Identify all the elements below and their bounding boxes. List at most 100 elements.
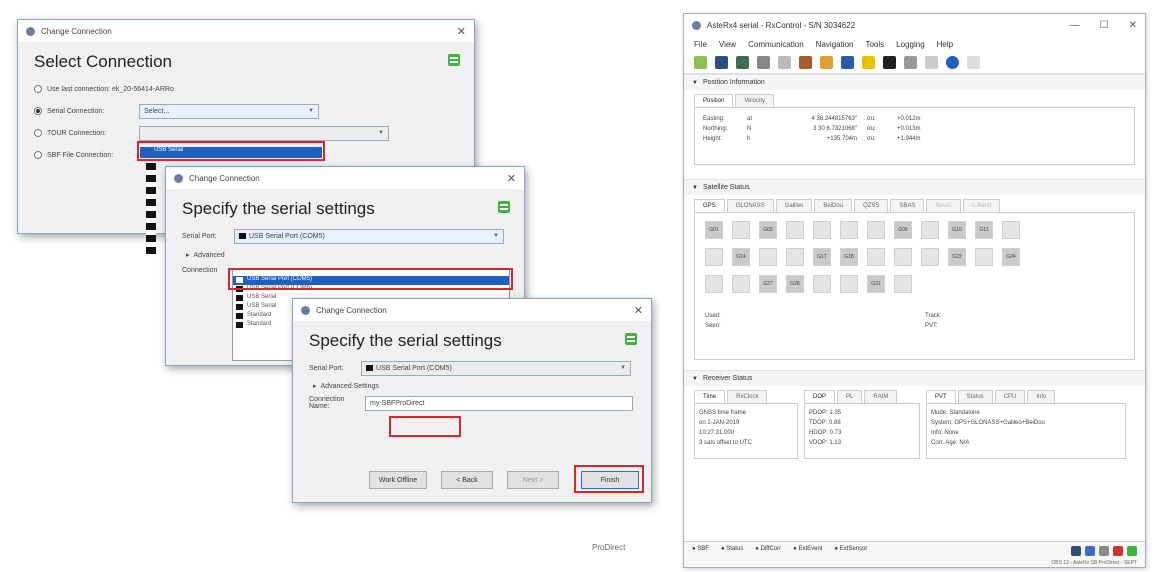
satellite-cell[interactable]: G11 [975, 221, 993, 239]
tab-navic[interactable]: NavIC [926, 199, 962, 212]
advanced-row[interactable]: ▸ Advanced [166, 247, 524, 263]
satellite-cell[interactable]: G01 [705, 221, 723, 239]
tab-beidou[interactable]: BeiDou [814, 199, 853, 212]
collapse-icon[interactable]: ▼ [692, 185, 698, 191]
doc-icon[interactable] [925, 56, 938, 69]
tcpip-connection-select[interactable]: ▼ [139, 125, 389, 141]
satellite-cell[interactable] [705, 248, 723, 266]
tab-sbas[interactable]: SBAS [890, 199, 925, 212]
tab-pl[interactable]: PL [837, 390, 863, 403]
tab-qzss[interactable]: QZSS [854, 199, 889, 212]
save-icon[interactable] [1071, 546, 1081, 556]
satellite-cell[interactable] [732, 275, 750, 293]
satellite-cell[interactable] [894, 275, 912, 293]
tab-pvt[interactable]: PVT [926, 390, 956, 403]
radio-last-connection[interactable] [34, 85, 42, 93]
serial-connection-select[interactable]: Select... ▼ [139, 103, 319, 119]
radio-tcpip-connection[interactable] [34, 129, 42, 137]
menu-communication[interactable]: Communication [748, 40, 804, 49]
close-icon[interactable]: ✕ [1129, 20, 1137, 31]
satellite-cell[interactable] [921, 221, 939, 239]
collapse-icon[interactable]: ▼ [692, 376, 698, 382]
next-button[interactable]: Next > [507, 471, 559, 489]
satellite-cell[interactable] [786, 248, 804, 266]
status-sbf[interactable]: ● SBF [692, 546, 709, 556]
close-icon[interactable]: ✕ [457, 25, 466, 38]
minimize-icon[interactable]: — [1070, 20, 1080, 31]
menu-view[interactable]: View [719, 40, 736, 49]
satellite-cell[interactable] [786, 221, 804, 239]
menu-tools[interactable]: Tools [865, 40, 884, 49]
satellite-cell[interactable] [759, 248, 777, 266]
chart-icon[interactable] [736, 56, 749, 69]
tab-galileo[interactable]: Galileo [775, 199, 813, 212]
satellite-cell[interactable]: G28 [786, 275, 804, 293]
alert-icon[interactable] [1113, 546, 1123, 556]
satellite-cell[interactable]: G27 [759, 275, 777, 293]
menu-logging[interactable]: Logging [896, 40, 924, 49]
grid-icon[interactable] [715, 56, 728, 69]
satellite-cell[interactable]: G10 [948, 221, 966, 239]
chevron-down-icon[interactable]: ▼ [493, 233, 499, 239]
radio-serial-connection[interactable] [34, 107, 42, 115]
satellite-section-header[interactable]: ▼ Satellite Status [684, 179, 1145, 195]
close-icon[interactable]: ✕ [634, 304, 643, 317]
tab-info[interactable]: Info [1027, 390, 1056, 403]
chevron-down-icon[interactable]: ▼ [620, 365, 626, 371]
position-section-header[interactable]: ▼ Position Information [684, 74, 1145, 90]
tab-raim[interactable]: RAIM [864, 390, 898, 403]
tab-velocity[interactable]: Velocity [735, 94, 775, 107]
wrench-icon[interactable] [904, 56, 917, 69]
satellite-cell[interactable] [813, 221, 831, 239]
connection-name-input[interactable]: my-SBFProDirect [365, 395, 633, 411]
satellite-cell[interactable]: G17 [813, 248, 831, 266]
status-extsensor[interactable]: ● ExtSensor [834, 546, 867, 556]
tab-time[interactable]: Time [694, 390, 726, 403]
tab-status[interactable]: Status [957, 390, 993, 403]
globe-icon[interactable] [841, 56, 854, 69]
chevron-down-icon[interactable]: ▼ [378, 130, 384, 136]
user-icon[interactable] [1085, 546, 1095, 556]
menu-file[interactable]: File [694, 40, 707, 49]
satellite-cell[interactable] [840, 221, 858, 239]
save-icon[interactable] [883, 56, 896, 69]
option-serial-connection[interactable]: Serial Connection: Select... ▼ [18, 100, 474, 122]
satellite-cell[interactable] [840, 275, 858, 293]
satellite-cell[interactable] [921, 248, 939, 266]
pie-icon[interactable] [799, 56, 812, 69]
expand-icon[interactable]: ▸ [313, 382, 317, 390]
tab-lband[interactable]: L-Band [963, 199, 1001, 212]
satellite-cell[interactable]: G24 [1002, 248, 1020, 266]
menu-help[interactable]: Help [937, 40, 953, 49]
satellite-cell[interactable]: G31 [867, 275, 885, 293]
flash-icon[interactable] [862, 56, 875, 69]
status-diffcorr[interactable]: ● DiffCorr [755, 546, 781, 556]
satellite-cell[interactable]: G18 [840, 248, 858, 266]
satellite-cell[interactable]: G14 [732, 248, 750, 266]
close-icon[interactable]: ✕ [507, 172, 516, 185]
satellite-cell[interactable] [705, 275, 723, 293]
tab-glonass[interactable]: GLONASS [726, 199, 774, 212]
work-offline-button[interactable]: Work Offline [369, 471, 427, 489]
satellite-cell[interactable] [732, 221, 750, 239]
network-icon[interactable] [1099, 546, 1109, 556]
menu-navigation[interactable]: Navigation [816, 40, 854, 49]
status-status[interactable]: ● Status [721, 546, 743, 556]
satellite-cell[interactable]: G08 [894, 221, 912, 239]
collapse-icon[interactable]: ▼ [692, 80, 698, 86]
maximize-icon[interactable]: ☐ [1100, 20, 1109, 31]
option-last-connection[interactable]: Use last connection: ek_20-56414-ARRo [18, 78, 474, 100]
tool-icon[interactable] [820, 56, 833, 69]
window-icon[interactable] [778, 56, 791, 69]
target-icon[interactable] [757, 56, 770, 69]
tab-position[interactable]: Position [694, 94, 734, 107]
serial-port-select[interactable]: USB Serial Port (COM5) ▼ [361, 360, 631, 376]
satellite-cell[interactable] [813, 275, 831, 293]
expand-icon[interactable]: ▸ [186, 251, 190, 259]
satellite-cell[interactable] [867, 221, 885, 239]
satellite-cell[interactable] [894, 248, 912, 266]
tab-cpu[interactable]: CPU [994, 390, 1026, 403]
tab-gps[interactable]: GPS [694, 199, 725, 212]
back-button[interactable]: < Back [441, 471, 493, 489]
satellite-cell[interactable] [1002, 221, 1020, 239]
